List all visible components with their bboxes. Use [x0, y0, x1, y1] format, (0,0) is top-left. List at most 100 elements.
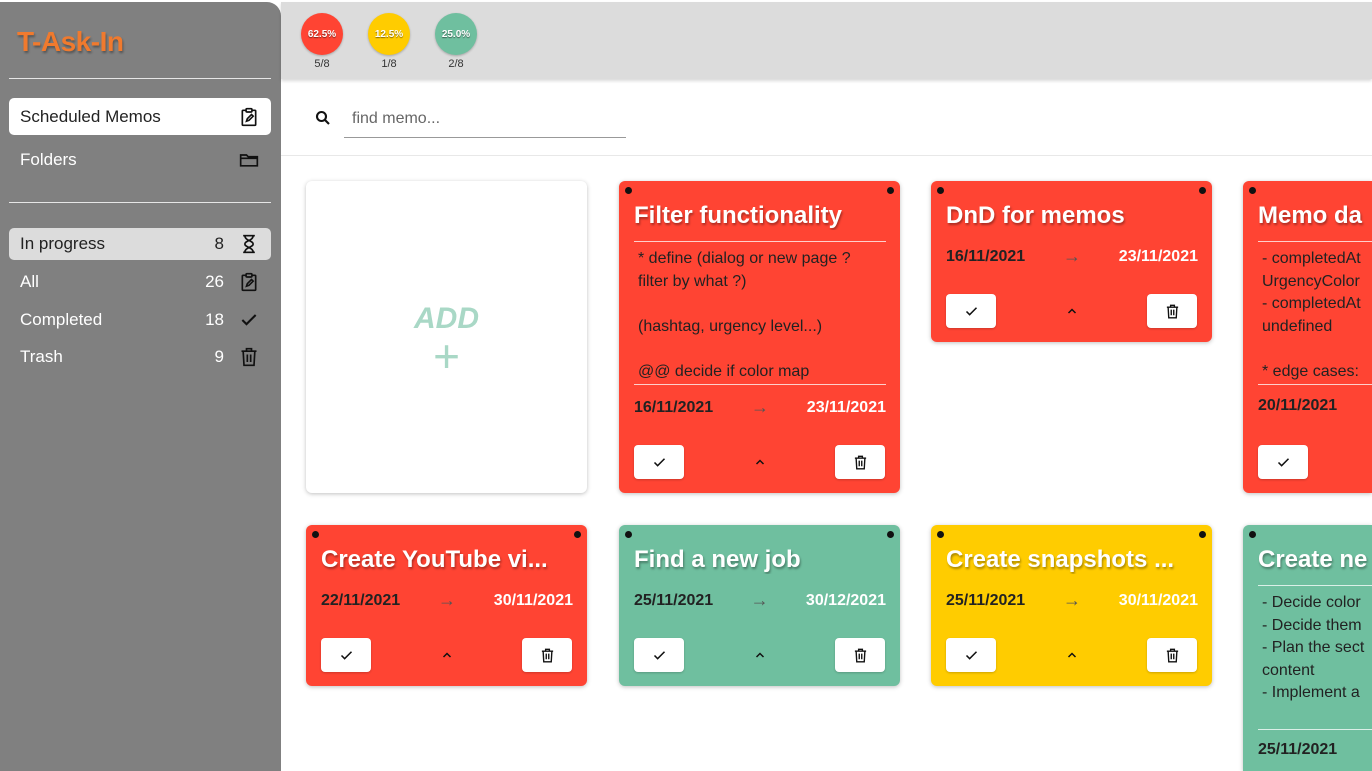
collapse-button[interactable] [437, 645, 457, 665]
check-icon [965, 306, 977, 316]
memo-end-date: 30/11/2021 [493, 591, 573, 609]
trash-icon [1166, 648, 1178, 662]
filter-label: Trash [20, 347, 63, 366]
memo-title: Filter functionality [634, 202, 843, 229]
add-memo-card[interactable]: ADD + [306, 181, 587, 493]
complete-button[interactable] [946, 294, 996, 328]
delete-button[interactable] [522, 638, 572, 672]
memo-body: - completedAt UrgencyColor - completedAt… [1258, 241, 1372, 385]
complete-button[interactable] [321, 638, 371, 672]
pin-icon [1199, 531, 1206, 538]
filter-label: In progress [20, 234, 106, 253]
folder-icon [238, 149, 260, 171]
collapse-button[interactable] [1062, 301, 1082, 321]
pin-icon [887, 187, 894, 194]
search-bar [281, 80, 1372, 156]
stat-fraction: 2/8 [448, 58, 464, 70]
pin-icon [1199, 187, 1206, 194]
chevron-up-icon [755, 459, 764, 465]
memo-card[interactable]: Filter functionality * define (dialog or… [619, 181, 900, 493]
stat-urgent: 62.5% 5/8 [300, 13, 344, 70]
memo-start-date: 25/11/2021 [1258, 741, 1338, 758]
memo-start-date: 25/11/2021 [946, 591, 1026, 609]
delete-button[interactable] [835, 445, 885, 479]
sidebar-item-scheduled-memos[interactable]: Scheduled Memos [9, 98, 271, 135]
stat-low: 25.0% 2/8 [434, 13, 478, 70]
memo-actions [946, 638, 1197, 672]
trash-icon [238, 346, 260, 368]
check-icon [653, 457, 665, 467]
search-input[interactable] [344, 100, 626, 138]
hourglass-icon [238, 233, 260, 255]
clipboard-edit-icon [238, 106, 260, 128]
trash-icon [854, 648, 866, 662]
plus-icon: + [433, 330, 460, 382]
stat-circle: 25.0% [435, 13, 477, 55]
trash-icon [1166, 304, 1178, 318]
memo-title: Memo da [1258, 202, 1363, 229]
delete-button[interactable] [835, 638, 885, 672]
sidebar-item-trash[interactable]: Trash 9 [9, 340, 271, 374]
chevron-up-icon [1067, 652, 1076, 658]
memo-actions [1258, 445, 1372, 479]
filter-label: All [20, 272, 39, 291]
arrow-right-icon: → [750, 590, 769, 610]
filter-count: 26 [205, 272, 224, 291]
chevron-up-icon [755, 652, 764, 658]
trash-icon [541, 648, 553, 662]
sidebar-item-in-progress[interactable]: In progress 8 [9, 228, 271, 260]
arrow-right-icon: → [751, 397, 769, 417]
memo-title: Create snapshots ... [946, 546, 1175, 573]
sidebar-item-all[interactable]: All 26 [9, 265, 271, 299]
sidebar-divider [9, 78, 271, 79]
complete-button[interactable] [634, 445, 684, 479]
collapse-button[interactable] [750, 452, 770, 472]
sidebar-item-folders[interactable]: Folders [9, 143, 271, 177]
memo-actions [634, 638, 885, 672]
memo-card[interactable]: Find a new job 25/11/2021 → 30/12/2021 [619, 525, 900, 686]
check-icon [653, 650, 665, 660]
check-icon [965, 650, 977, 660]
memo-title: Create ne [1258, 546, 1368, 573]
stats-bar: 62.5% 5/8 12.5% 1/8 25.0% 2/8 [281, 2, 1372, 79]
sidebar-divider [9, 202, 271, 203]
pin-icon [887, 531, 894, 538]
memo-card[interactable]: DnD for memos 16/11/2021 → 23/11/2021 [931, 181, 1212, 342]
delete-button[interactable] [1147, 638, 1197, 672]
pin-icon [937, 187, 944, 194]
memo-card[interactable]: Create snapshots ... 25/11/2021 → 30/11/… [931, 525, 1212, 686]
sidebar-item-completed[interactable]: Completed 18 [9, 303, 271, 337]
stat-fraction: 5/8 [314, 58, 330, 70]
check-icon [1277, 457, 1289, 467]
delete-button[interactable] [1147, 294, 1197, 328]
pin-icon [1249, 187, 1256, 194]
memo-dates: 16/11/2021 → 23/11/2021 [634, 397, 886, 418]
search-icon [314, 109, 332, 127]
memo-dates: 20/11/2021 [1258, 397, 1372, 415]
memo-start-date: 22/11/2021 [321, 591, 401, 609]
memo-card[interactable]: Create ne - Decide color - Decide them -… [1243, 525, 1372, 771]
pin-icon [625, 531, 632, 538]
memo-actions [946, 294, 1197, 328]
app-logo: T-Ask-In [17, 26, 124, 57]
memo-end-date: 23/11/2021 [1118, 247, 1198, 265]
check-icon [340, 650, 352, 660]
trash-icon [854, 455, 866, 469]
filter-label: Completed [20, 310, 103, 329]
complete-button[interactable] [1258, 445, 1308, 479]
filter-count: 18 [205, 310, 224, 329]
complete-button[interactable] [634, 638, 684, 672]
memo-actions [634, 445, 885, 479]
pin-icon [625, 187, 632, 194]
sidebar-item-label: Folders [20, 150, 77, 169]
memo-card[interactable]: Create YouTube vi... 22/11/2021 → 30/11/… [306, 525, 587, 686]
memo-start-date: 25/11/2021 [634, 591, 714, 609]
memo-title: Find a new job [634, 546, 801, 573]
sidebar: T-Ask-In Scheduled Memos Folders In prog… [0, 2, 281, 771]
collapse-button[interactable] [750, 645, 770, 665]
memo-card[interactable]: Memo da - completedAt UrgencyColor - com… [1243, 181, 1372, 493]
memo-dates: 16/11/2021 → 23/11/2021 [946, 246, 1198, 267]
collapse-button[interactable] [1062, 645, 1082, 665]
complete-button[interactable] [946, 638, 996, 672]
memo-start-date: 16/11/2021 [634, 398, 714, 416]
